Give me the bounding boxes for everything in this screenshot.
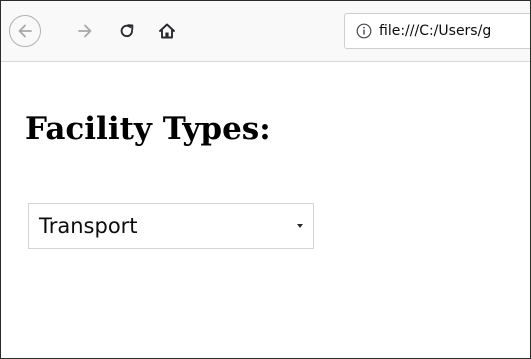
info-icon[interactable] bbox=[355, 22, 373, 40]
facility-type-selected-value: Transport bbox=[39, 214, 138, 238]
reload-icon bbox=[120, 24, 134, 38]
back-button[interactable] bbox=[9, 15, 41, 47]
home-button[interactable] bbox=[151, 15, 183, 47]
address-bar[interactable]: file:///C:/Users/g bbox=[344, 13, 530, 49]
forward-arrow-icon bbox=[78, 24, 92, 38]
page-heading: Facility Types: bbox=[25, 111, 271, 147]
home-icon bbox=[159, 23, 175, 39]
dropdown-arrow-icon bbox=[297, 224, 303, 228]
forward-button[interactable] bbox=[69, 15, 101, 47]
browser-toolbar: file:///C:/Users/g bbox=[1, 1, 530, 62]
reload-button[interactable] bbox=[111, 15, 143, 47]
back-arrow-icon bbox=[18, 24, 32, 38]
browser-window: file:///C:/Users/g Facility Types: Trans… bbox=[0, 0, 531, 359]
facility-type-select[interactable]: Transport bbox=[28, 203, 314, 249]
url-text[interactable]: file:///C:/Users/g bbox=[379, 22, 491, 40]
